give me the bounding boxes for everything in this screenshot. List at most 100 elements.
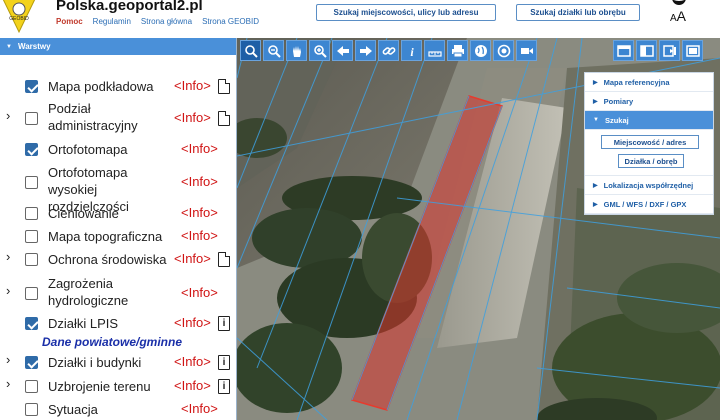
collapse-icon: ▼ bbox=[6, 43, 12, 50]
window-icon[interactable] bbox=[613, 40, 634, 61]
document-icon[interactable] bbox=[218, 111, 230, 126]
layer-info-link[interactable]: <Info> bbox=[181, 401, 218, 416]
layer-row[interactable]: Ortofotomapa wysokiej rozdzielczości <Inf… bbox=[0, 164, 237, 214]
layer-info-link[interactable]: <Info> bbox=[181, 205, 218, 220]
layer-row[interactable]: Działki LPIS <Info> i bbox=[0, 315, 237, 333]
search-address-option-button[interactable]: Miejscowość / adres bbox=[601, 135, 699, 149]
layer-info-link[interactable]: <Info> bbox=[181, 228, 218, 243]
layer-row[interactable]: Mapa topograficzna <Info> bbox=[0, 228, 237, 246]
layer-checkbox[interactable] bbox=[25, 403, 38, 416]
expand-chevron-icon[interactable]: › bbox=[6, 108, 10, 123]
geobid-link[interactable]: Strona GEOBID bbox=[202, 17, 259, 26]
document-icon[interactable] bbox=[218, 79, 230, 94]
layer-info-link[interactable]: <Info> bbox=[174, 378, 211, 393]
layer-checkbox[interactable] bbox=[25, 380, 38, 393]
font-size-icon[interactable]: AA bbox=[670, 8, 686, 24]
expand-chevron-icon[interactable]: › bbox=[6, 376, 10, 391]
search-parcel-button[interactable]: Szukaj działki lub obrębu bbox=[516, 4, 640, 21]
layer-row[interactable]: Sytuacja <Info> bbox=[0, 401, 237, 419]
layer-checkbox[interactable] bbox=[25, 112, 38, 125]
collapse-arrow-icon: ▼ bbox=[593, 117, 599, 123]
zoom-out-icon[interactable] bbox=[263, 40, 284, 61]
layer-checkbox[interactable] bbox=[25, 80, 38, 93]
map-toolbar: i bbox=[240, 40, 537, 61]
geobid-logo[interactable]: GEOBID bbox=[2, 0, 36, 34]
layer-info-link[interactable]: <Info> bbox=[181, 174, 218, 189]
menu-search[interactable]: ▼ Szukaj bbox=[585, 111, 713, 130]
layer-info-link[interactable]: <Info> bbox=[181, 141, 218, 156]
expand-arrow-icon: ▶ bbox=[593, 79, 598, 86]
layer-row[interactable]: › Zagrożenia hydrologiczne <Info> bbox=[0, 275, 237, 311]
layer-info-link[interactable]: <Info> bbox=[174, 354, 211, 369]
layer-checkbox[interactable] bbox=[25, 356, 38, 369]
layer-info-link[interactable]: <Info> bbox=[174, 251, 211, 266]
layer-info-link[interactable]: <Info> bbox=[174, 110, 211, 125]
video-icon[interactable] bbox=[516, 40, 537, 61]
menu-formats[interactable]: ▶ GML / WFS / DXF / GPX bbox=[585, 195, 713, 214]
layer-checkbox[interactable] bbox=[25, 143, 38, 156]
layer-row[interactable]: › Działki i budynki <Info> i bbox=[0, 352, 237, 372]
site-title: Polska.geoportal2.pl bbox=[56, 0, 203, 14]
search-address-button[interactable]: Szukaj miejscowości, ulicy lub adresu bbox=[316, 4, 496, 21]
pan-hand-icon[interactable] bbox=[286, 40, 307, 61]
layer-row[interactable]: Cieniowanie <Info> bbox=[0, 205, 237, 223]
geoportal-app: GEOBID Polska.geoportal2.pl Pomoc Regula… bbox=[0, 0, 720, 420]
expand-chevron-icon[interactable]: › bbox=[6, 352, 10, 367]
help-link[interactable]: Pomoc bbox=[56, 17, 83, 26]
info-icon[interactable]: i bbox=[401, 40, 422, 61]
locate-icon[interactable] bbox=[493, 40, 514, 61]
search-options: Miejscowość / adres Działka / obręb bbox=[585, 130, 713, 176]
home-link[interactable]: Strona główna bbox=[141, 17, 192, 26]
document-icon[interactable] bbox=[218, 252, 230, 267]
layer-row[interactable]: › Ochrona środowiska <Info> bbox=[0, 249, 237, 269]
layer-info-link[interactable]: <Info> bbox=[174, 78, 211, 93]
export-icon[interactable] bbox=[659, 40, 680, 61]
layer-name: Uzbrojenie terenu bbox=[48, 379, 151, 394]
link-icon[interactable] bbox=[378, 40, 399, 61]
layer-checkbox[interactable] bbox=[25, 287, 38, 300]
zoom-in-icon[interactable] bbox=[309, 40, 330, 61]
zoom-window-icon[interactable] bbox=[240, 40, 261, 61]
arrow-right-icon[interactable] bbox=[355, 40, 376, 61]
layer-info-link[interactable]: <Info> bbox=[181, 285, 218, 300]
search-parcel-option-button[interactable]: Działka / obręb bbox=[618, 154, 684, 168]
info-document-icon[interactable]: i bbox=[218, 355, 230, 370]
layer-checkbox[interactable] bbox=[25, 230, 38, 243]
font-size-toggle[interactable]: AA bbox=[666, 0, 696, 32]
measure-icon[interactable] bbox=[424, 40, 445, 61]
map-right-toolbar bbox=[613, 40, 703, 61]
layer-info-link[interactable]: <Info> bbox=[174, 315, 211, 330]
menu-measurements-label: Pomiary bbox=[603, 96, 634, 106]
layer-checkbox[interactable] bbox=[25, 317, 38, 330]
logo-text: GEOBID bbox=[9, 16, 29, 22]
menu-coordinates[interactable]: ▶ Lokalizacja współrzędnej bbox=[585, 176, 713, 195]
layer-checkbox[interactable] bbox=[25, 207, 38, 220]
info-document-icon[interactable]: i bbox=[218, 316, 230, 331]
layer-name: Ortofotomapa bbox=[48, 142, 128, 157]
menu-formats-label: GML / WFS / DXF / GPX bbox=[603, 199, 687, 209]
expand-chevron-icon[interactable]: › bbox=[6, 283, 10, 298]
split-view-icon[interactable] bbox=[636, 40, 657, 61]
layer-name: Działki i budynki bbox=[48, 355, 142, 370]
layer-row[interactable]: Mapa podkładowa <Info> bbox=[0, 78, 237, 96]
fullscreen-icon[interactable] bbox=[682, 40, 703, 61]
layer-row[interactable]: › Podział administracyjny <Info> bbox=[0, 100, 237, 136]
layer-checkbox[interactable] bbox=[25, 253, 38, 266]
arrow-left-icon[interactable] bbox=[332, 40, 353, 61]
expand-arrow-icon: ▶ bbox=[593, 98, 598, 105]
print-icon[interactable] bbox=[447, 40, 468, 61]
info-document-icon[interactable]: i bbox=[218, 379, 230, 394]
globe-icon[interactable] bbox=[470, 40, 491, 61]
menu-coordinates-label: Lokalizacja współrzędnej bbox=[603, 180, 694, 190]
rules-link[interactable]: Regulamin bbox=[93, 17, 131, 26]
expand-chevron-icon[interactable]: › bbox=[6, 249, 10, 264]
menu-reference-map[interactable]: ▶ Mapa referencyjna bbox=[585, 73, 713, 92]
layer-row[interactable]: › Uzbrojenie terenu <Info> i bbox=[0, 376, 237, 396]
layer-checkbox[interactable] bbox=[25, 176, 38, 189]
layer-row[interactable]: Ortofotomapa <Info> bbox=[0, 141, 237, 159]
layers-panel: ▼ Warstwy Mapa podkładowa <Info> › Podział … bbox=[0, 38, 237, 420]
expand-arrow-icon: ▶ bbox=[593, 182, 598, 189]
layers-panel-header[interactable]: ▼ Warstwy bbox=[0, 38, 236, 55]
contrast-icon[interactable] bbox=[672, 0, 686, 5]
menu-measurements[interactable]: ▶ Pomiary bbox=[585, 92, 713, 111]
